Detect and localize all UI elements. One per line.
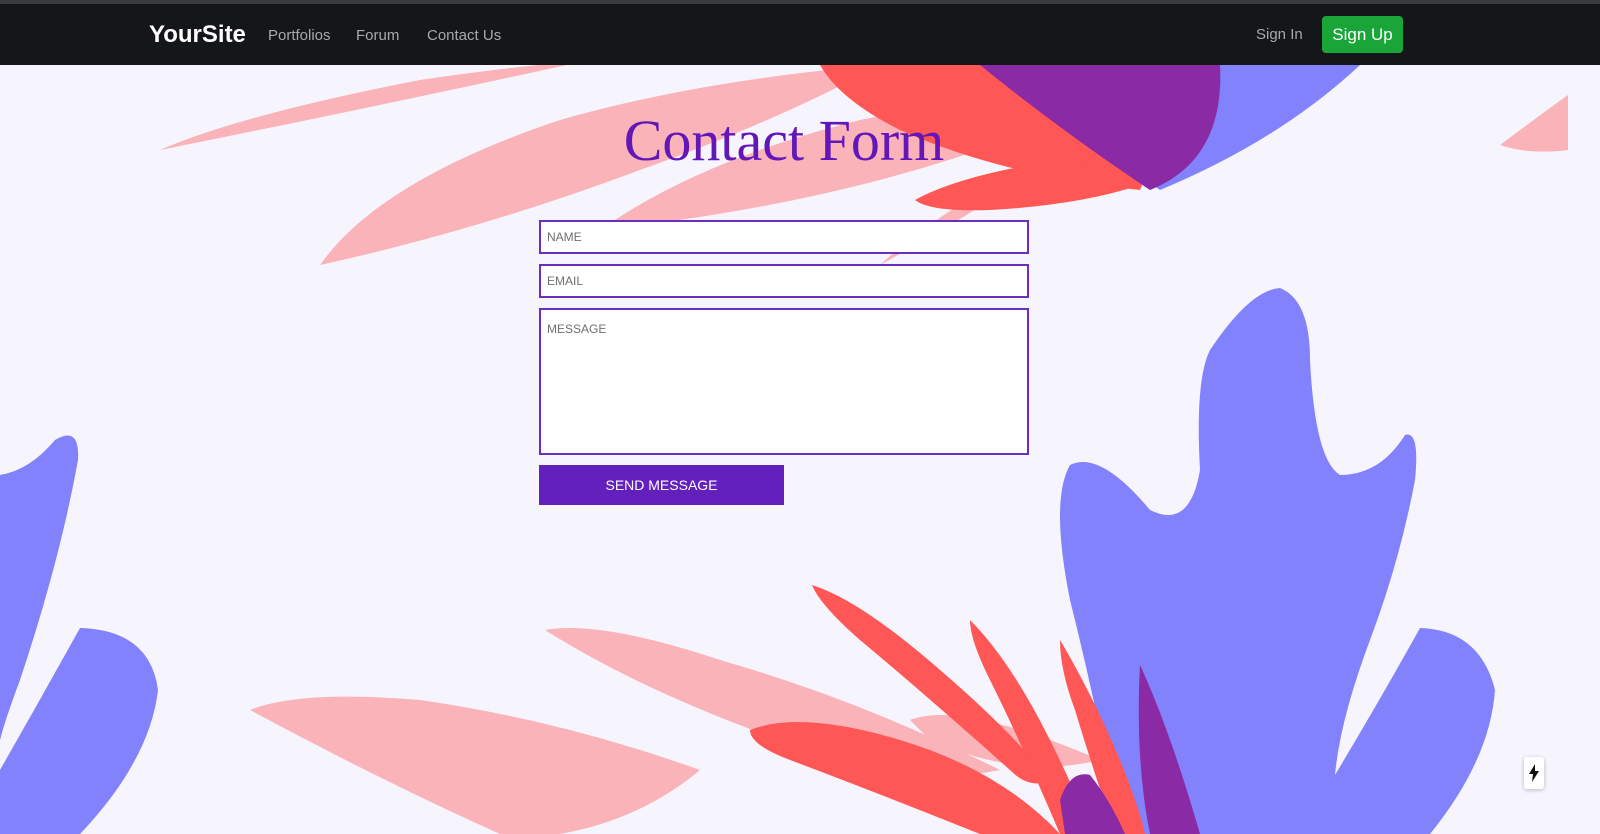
contact-section: Contact Form SEND MESSAGE: [0, 65, 1600, 834]
brand-logo[interactable]: YourSite: [149, 21, 246, 49]
message-textarea[interactable]: [539, 308, 1029, 455]
email-input[interactable]: [539, 264, 1029, 298]
lightning-bolt-icon: [1529, 764, 1539, 782]
page-title: Contact Form: [623, 108, 945, 173]
top-navbar: YourSite Portfolios Forum Contact Us Sig…: [0, 4, 1600, 65]
nav-link-portfolios[interactable]: Portfolios: [268, 27, 331, 44]
sign-in-link[interactable]: Sign In: [1256, 26, 1303, 43]
nav-link-forum[interactable]: Forum: [356, 27, 399, 44]
send-message-button[interactable]: SEND MESSAGE: [539, 465, 784, 505]
sign-up-button[interactable]: Sign Up: [1322, 16, 1403, 53]
name-input[interactable]: [539, 220, 1029, 254]
nav-link-contact-us[interactable]: Contact Us: [427, 27, 501, 44]
lightning-bolt-widget[interactable]: [1524, 757, 1544, 789]
